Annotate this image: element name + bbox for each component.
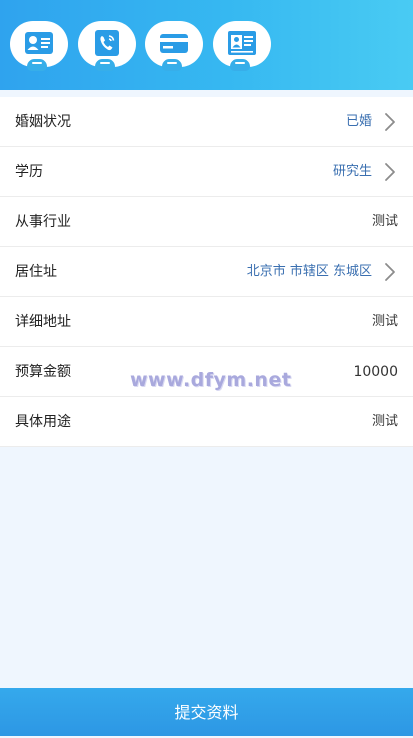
row-label: 学历	[15, 164, 43, 180]
bank-card-icon	[160, 34, 188, 53]
step-bank-card	[145, 21, 203, 71]
watermark: www.dfym.net	[130, 369, 292, 391]
row-value[interactable]: 测试	[372, 413, 398, 431]
form-row-purpose[interactable]: 具体用途 测试	[0, 397, 413, 447]
row-value[interactable]: 北京市 市辖区 东城区	[247, 263, 372, 281]
step-indicator	[27, 59, 47, 71]
profile-card-icon	[228, 31, 256, 55]
row-value[interactable]: 10000	[353, 363, 398, 381]
row-value[interactable]: 测试	[372, 313, 398, 331]
row-value[interactable]: 研究生	[333, 163, 372, 181]
chevron-right-icon[interactable]	[384, 112, 396, 132]
form-row-industry[interactable]: 从事行业 测试	[0, 197, 413, 247]
row-value[interactable]: 已婚	[346, 113, 372, 131]
row-label: 预算金额	[15, 364, 71, 380]
step-indicator	[230, 59, 250, 71]
chevron-right-icon[interactable]	[384, 162, 396, 182]
info-form: 婚姻状况 已婚 学历 研究生 从事行业 测试 居住址 北京市 市辖区 东城区 详…	[0, 97, 413, 447]
step-id-info	[10, 21, 68, 71]
step-indicator	[162, 59, 182, 71]
row-label: 具体用途	[15, 414, 71, 430]
step-indicator	[95, 59, 115, 71]
submit-button[interactable]: 提交资料	[0, 688, 413, 736]
row-label: 从事行业	[15, 214, 71, 230]
id-card-icon	[25, 32, 53, 54]
form-row-detailed-address[interactable]: 详细地址 测试	[0, 297, 413, 347]
form-row-marital-status[interactable]: 婚姻状况 已婚	[0, 97, 413, 147]
form-row-education[interactable]: 学历 研究生	[0, 147, 413, 197]
step-contacts	[78, 21, 136, 71]
form-row-residence[interactable]: 居住址 北京市 市辖区 东城区	[0, 247, 413, 297]
phone-contact-icon	[95, 30, 119, 56]
row-label: 婚姻状况	[15, 114, 71, 130]
row-label: 居住址	[15, 264, 57, 280]
chevron-right-icon[interactable]	[384, 262, 396, 282]
progress-header	[0, 0, 413, 90]
row-value[interactable]: 测试	[372, 213, 398, 231]
row-label: 详细地址	[15, 314, 71, 330]
step-profile	[213, 21, 271, 71]
